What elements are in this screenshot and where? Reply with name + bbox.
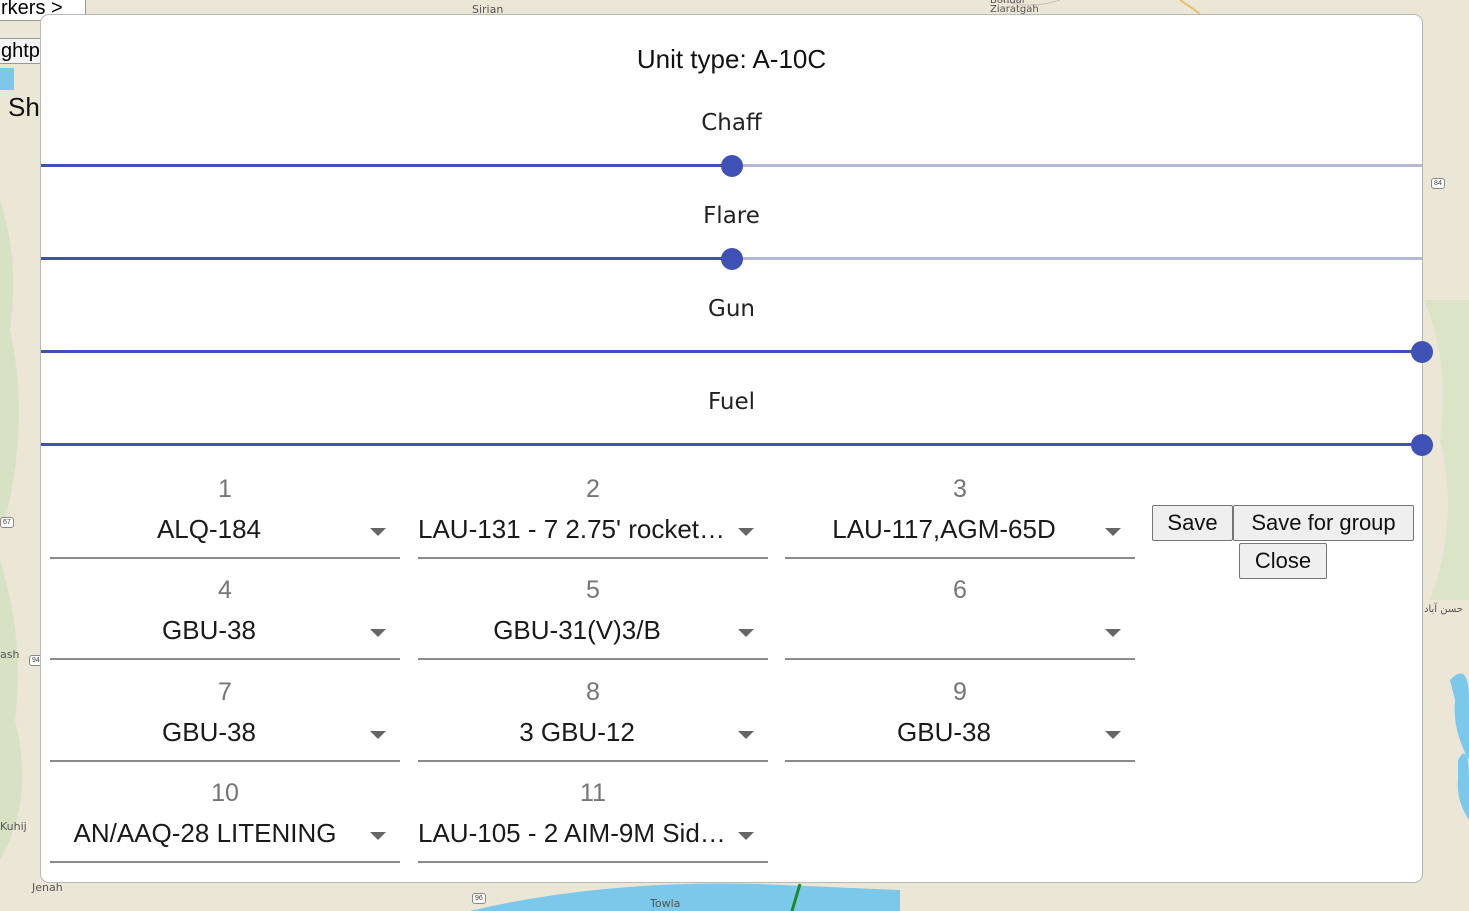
pylon-2: 2 LAU-131 - 7 2.75' rockets MK5 (HE): [418, 475, 768, 576]
pylon-select[interactable]: LAU-131 - 7 2.75' rockets MK5 (HE): [418, 504, 768, 559]
pylon-value: ALQ-184: [156, 514, 262, 544]
slider-fill: [41, 257, 732, 260]
flare-label: Flare: [703, 203, 760, 229]
dropdown-arrow-icon: [370, 528, 386, 536]
dropdown-arrow-icon: [738, 629, 754, 637]
pylon-number: 11: [580, 779, 606, 807]
map-label-sh: Sh: [8, 92, 40, 122]
pylon-value: LAU-105 - 2 AIM-9M Sidewinder IR AAM: [418, 818, 728, 848]
pylon-select[interactable]: [785, 605, 1135, 660]
pylon-1: 1 ALQ-184: [50, 475, 400, 576]
dropdown-arrow-icon: [370, 832, 386, 840]
pylon-value: GBU-38: [162, 615, 256, 645]
loadout-dialog: Unit type: A-10C Chaff Flare Gun Fuel 1 …: [40, 14, 1433, 883]
pylon-4: 4 GBU-38: [50, 576, 400, 677]
dropdown-arrow-icon: [1105, 528, 1121, 536]
dropdown-arrow-icon: [738, 731, 754, 739]
road-badge-96: 96: [472, 893, 486, 904]
pylon-value: GBU-31(V)3/B: [493, 615, 661, 645]
gun-slider[interactable]: [41, 340, 1433, 364]
pylon-11: 11 LAU-105 - 2 AIM-9M Sidewinder IR AAM: [418, 779, 768, 880]
pylon-value: LAU-131 - 7 2.75' rockets MK5 (HE): [418, 514, 728, 544]
pylon-number: 6: [953, 576, 967, 604]
chaff-label: Chaff: [701, 110, 762, 136]
dropdown-arrow-icon: [1105, 629, 1121, 637]
flare-slider[interactable]: [41, 247, 1422, 271]
slider-thumb[interactable]: [720, 155, 743, 177]
slider-fill: [41, 164, 732, 167]
pylon-number: 2: [586, 475, 600, 503]
road-badge-84: 84: [1431, 178, 1445, 189]
pylon-number: 8: [586, 678, 600, 706]
dropdown-arrow-icon: [370, 731, 386, 739]
unit-type-title: Unit type: A-10C: [636, 44, 827, 74]
pylon-number: 4: [218, 576, 232, 604]
fuel-label: Fuel: [707, 389, 756, 415]
pylon-value: GBU-38: [897, 717, 991, 747]
pylon-number: 7: [218, 678, 232, 706]
pylon-value: AN/AAQ-28 LITENING: [73, 818, 337, 848]
close-button[interactable]: Close: [1239, 543, 1327, 579]
pylon-8: 8 3 GBU-12: [418, 678, 768, 779]
pylon-number: 10: [211, 779, 239, 807]
pylon-6: 6: [785, 576, 1135, 677]
pylon-select[interactable]: LAU-105 - 2 AIM-9M Sidewinder IR AAM: [418, 808, 768, 863]
map-label-kuhij: Kuhij: [0, 820, 27, 833]
pylon-select[interactable]: GBU-38: [785, 707, 1135, 762]
pylon-number: 3: [953, 475, 967, 503]
pylon-select[interactable]: LAU-117,AGM-65D: [785, 504, 1135, 559]
map-label-ash: ash: [0, 648, 20, 661]
pylon-9: 9 GBU-38: [785, 678, 1135, 779]
pylon-select[interactable]: AN/AAQ-28 LITENING: [50, 808, 400, 863]
dropdown-arrow-icon: [370, 629, 386, 637]
slider-fill: [41, 350, 1422, 353]
save-button[interactable]: Save: [1152, 505, 1233, 541]
pylon-number: 5: [586, 576, 600, 604]
gun-label: Gun: [708, 296, 755, 322]
pylon-3: 3 LAU-117,AGM-65D: [785, 475, 1135, 576]
fuel-slider[interactable]: [41, 433, 1433, 457]
pylon-select[interactable]: ALQ-184: [50, 504, 400, 559]
pylon-select[interactable]: GBU-31(V)3/B: [418, 605, 768, 660]
chaff-slider[interactable]: [41, 154, 1422, 178]
slider-fill: [41, 443, 1422, 446]
pylon-10: 10 AN/AAQ-28 LITENING: [50, 779, 400, 880]
pylon-value: 3 GBU-12: [519, 717, 635, 747]
pylon-number: 9: [953, 678, 967, 706]
pylon-number: 1: [218, 475, 232, 503]
pylon-select[interactable]: 3 GBU-12: [418, 707, 768, 762]
save-for-group-button[interactable]: Save for group: [1233, 505, 1414, 541]
dropdown-arrow-icon: [1105, 731, 1121, 739]
pylon-5: 5 GBU-31(V)3/B: [418, 576, 768, 677]
slider-thumb[interactable]: [1411, 341, 1433, 363]
slider-thumb[interactable]: [720, 248, 743, 270]
map-label-hasanabad: حسن آباد: [1424, 604, 1463, 615]
pylon-select[interactable]: GBU-38: [50, 605, 400, 660]
road-badge-67: 67: [0, 517, 14, 528]
dropdown-arrow-icon: [738, 832, 754, 840]
map-label-bondar: Bondar Ziaratgah: [990, 0, 1039, 15]
dropdown-arrow-icon: [738, 528, 754, 536]
pylon-select[interactable]: GBU-38: [50, 707, 400, 762]
pylon-value: LAU-117,AGM-65D: [832, 514, 1056, 544]
pylon-7: 7 GBU-38: [50, 678, 400, 779]
pylon-value: GBU-38: [162, 717, 256, 747]
slider-thumb[interactable]: [1411, 434, 1433, 456]
map-label-towla: Towla: [650, 897, 681, 910]
